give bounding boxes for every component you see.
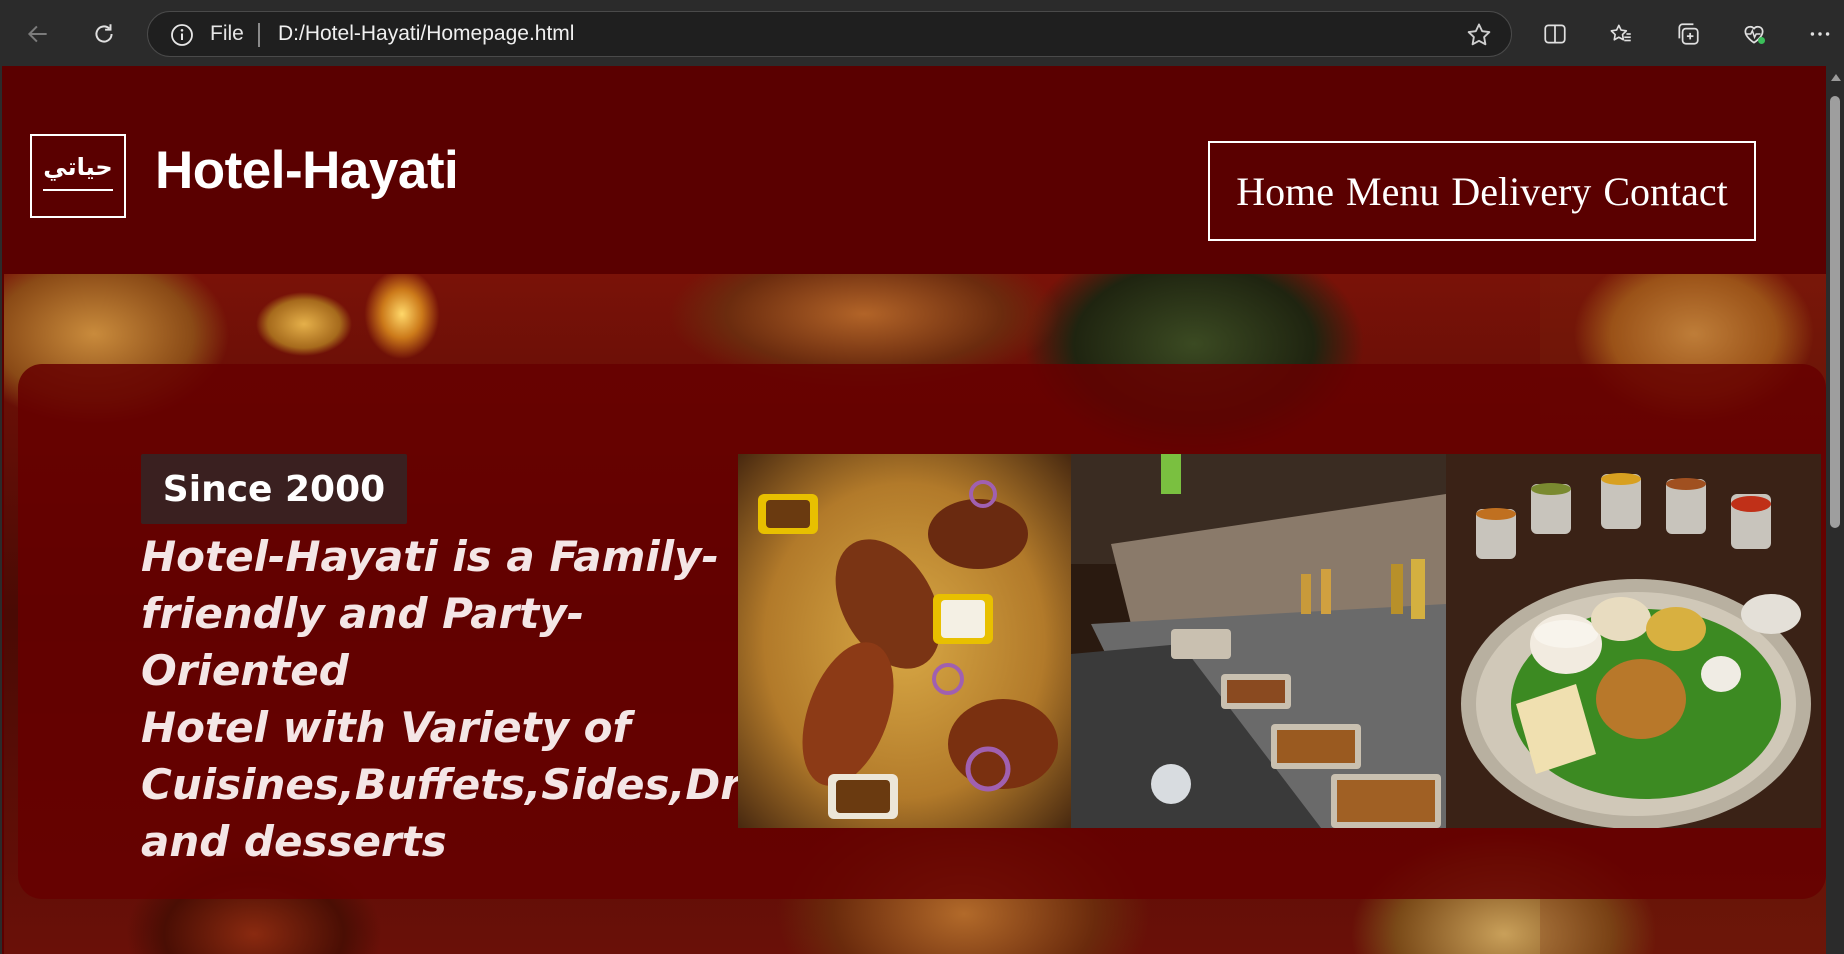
- browser-essentials-icon: [1744, 25, 1766, 44]
- nav-delivery[interactable]: Delivery: [1451, 168, 1591, 215]
- favorites-icon: [1610, 24, 1631, 42]
- favorites-button[interactable]: [1601, 14, 1641, 54]
- site-header: حياتي Hotel-Hayati Home Menu Delivery Co…: [4, 66, 1828, 274]
- hero-tagline: Hotel-Hayati is a Family- friendly and P…: [141, 532, 839, 866]
- site-logo[interactable]: حياتي: [30, 134, 126, 218]
- nav-menu[interactable]: Menu: [1346, 168, 1439, 215]
- since-badge: Since 2000: [141, 454, 407, 524]
- page-scrollbar[interactable]: [1826, 66, 1844, 954]
- collections-button[interactable]: [1668, 14, 1708, 54]
- star-outline-icon[interactable]: [1465, 21, 1493, 49]
- browser-essentials-button[interactable]: [1734, 14, 1774, 54]
- thali-photo: [1446, 454, 1821, 828]
- reload-button[interactable]: [84, 14, 124, 54]
- address-separator: [258, 23, 260, 47]
- logo-text: حياتي: [43, 153, 113, 181]
- back-button[interactable]: [18, 14, 58, 54]
- logo-underline: [43, 189, 113, 191]
- scroll-up-arrow-icon[interactable]: [1831, 74, 1841, 81]
- collections-icon: [1678, 23, 1699, 45]
- scheme-label[interactable]: File: [210, 22, 244, 46]
- reload-icon: [95, 24, 113, 43]
- more-button[interactable]: [1800, 14, 1840, 54]
- split-screen-icon: [1544, 24, 1566, 44]
- back-arrow-icon: [27, 25, 47, 43]
- scroll-thumb[interactable]: [1830, 96, 1840, 528]
- nav-home[interactable]: Home: [1236, 168, 1334, 215]
- biryani-photo: [738, 454, 1071, 828]
- address-bar[interactable]: File D:/Hotel-Hayati/Homepage.html: [147, 11, 1512, 57]
- split-screen-button[interactable]: [1535, 14, 1575, 54]
- info-icon[interactable]: [170, 23, 194, 47]
- browser-toolbar: File D:/Hotel-Hayati/Homepage.html: [0, 0, 1844, 66]
- url-text[interactable]: D:/Hotel-Hayati/Homepage.html: [278, 22, 574, 46]
- site-title: Hotel-Hayati: [155, 141, 459, 200]
- nav-contact[interactable]: Contact: [1603, 168, 1727, 215]
- main-nav: Home Menu Delivery Contact: [1208, 141, 1756, 241]
- buffet-photo: [1071, 454, 1446, 828]
- more-icon: [1810, 32, 1830, 36]
